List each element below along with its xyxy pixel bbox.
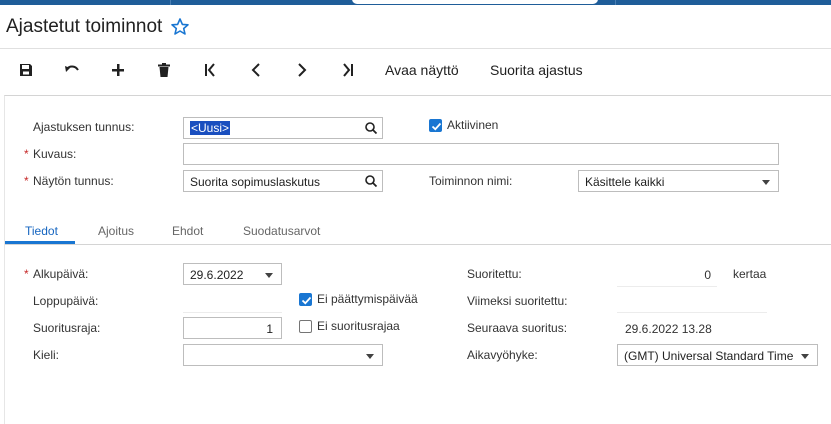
run-limit-label: Suoritusraja: bbox=[33, 321, 101, 335]
open-screen-button[interactable]: Avaa näyttö bbox=[385, 62, 459, 78]
schedule-id-value: <Uusi> bbox=[190, 121, 231, 135]
screen-id-value: Suorita sopimuslaskutus bbox=[190, 175, 321, 189]
last-run-label: Viimeksi suoritettu: bbox=[467, 294, 568, 308]
tab-suodatusarvot[interactable]: Suodatusarvot bbox=[243, 224, 320, 238]
action-name-value: Käsittele kaikki bbox=[585, 175, 665, 189]
last-record-icon[interactable] bbox=[337, 59, 359, 81]
timezone-dropdown[interactable]: (GMT) Universal Standard Time bbox=[617, 344, 818, 366]
title-bar: Ajastetut toiminnot bbox=[0, 5, 831, 49]
executed-unit: kertaa bbox=[733, 267, 767, 281]
run-schedule-button[interactable]: Suorita ajastus bbox=[490, 62, 583, 78]
action-name-dropdown[interactable]: Käsittele kaikki bbox=[578, 170, 779, 192]
no-end-date-label: Ei päättymispäivää bbox=[317, 292, 418, 306]
add-icon[interactable] bbox=[107, 59, 129, 81]
active-tab-indicator bbox=[5, 241, 75, 244]
first-record-icon[interactable] bbox=[199, 59, 221, 81]
run-limit-input[interactable]: 1 bbox=[183, 317, 282, 339]
favorite-star-icon[interactable] bbox=[170, 17, 190, 37]
chevron-down-icon bbox=[762, 180, 770, 185]
start-date-picker[interactable]: 29.6.2022 bbox=[183, 263, 282, 285]
save-icon[interactable] bbox=[15, 59, 37, 81]
chevron-down-icon bbox=[801, 354, 809, 359]
delete-icon[interactable] bbox=[153, 59, 175, 81]
description-label: Kuvaus: bbox=[24, 147, 76, 161]
search-icon[interactable] bbox=[364, 174, 378, 188]
next-record-icon[interactable] bbox=[291, 59, 313, 81]
end-date-label: Loppupäivä: bbox=[33, 294, 99, 308]
description-input[interactable] bbox=[183, 143, 779, 165]
last-run-field-underline bbox=[617, 312, 767, 313]
start-date-value: 29.6.2022 bbox=[190, 268, 244, 282]
executed-field-underline bbox=[617, 286, 717, 287]
tab-ehdot[interactable]: Ehdot bbox=[172, 224, 203, 238]
run-limit-value: 1 bbox=[266, 322, 273, 336]
language-dropdown[interactable] bbox=[183, 344, 383, 366]
screen-id-input[interactable]: Suorita sopimuslaskutus bbox=[183, 170, 383, 192]
schedule-id-input[interactable]: <Uusi> bbox=[183, 117, 383, 139]
no-run-limit-checkbox[interactable] bbox=[299, 320, 312, 333]
screen-id-label: Näytön tunnus: bbox=[24, 174, 114, 188]
no-end-date-checkbox[interactable] bbox=[299, 293, 312, 306]
action-name-label: Toiminnon nimi: bbox=[429, 174, 513, 188]
start-date-label: Alkupäivä: bbox=[24, 267, 88, 281]
timezone-label: Aikavyöhyke: bbox=[467, 348, 538, 362]
active-checkbox[interactable] bbox=[429, 119, 442, 132]
form-panel: Ajastuksen tunnus: <Uusi> Aktiivinen Kuv… bbox=[4, 95, 831, 424]
undo-icon[interactable] bbox=[61, 59, 83, 81]
active-label: Aktiivinen bbox=[447, 118, 499, 132]
tab-ajoitus[interactable]: Ajoitus bbox=[98, 224, 134, 238]
next-run-value: 29.6.2022 13.28 bbox=[625, 322, 712, 336]
language-label: Kieli: bbox=[33, 348, 60, 362]
chevron-down-icon bbox=[265, 273, 273, 278]
next-run-label: Seuraava suoritus: bbox=[467, 321, 568, 335]
schedule-id-label: Ajastuksen tunnus: bbox=[33, 120, 135, 134]
tab-tiedot[interactable]: Tiedot bbox=[25, 224, 58, 238]
timezone-value: (GMT) Universal Standard Time bbox=[624, 349, 794, 363]
chevron-down-icon bbox=[366, 354, 374, 359]
global-search-box[interactable] bbox=[352, 0, 598, 4]
no-run-limit-label: Ei suoritusrajaa bbox=[317, 319, 400, 333]
tab-bar: Tiedot Ajoitus Ehdot Suodatusarvot bbox=[5, 220, 831, 245]
executed-label: Suoritettu: bbox=[467, 267, 522, 281]
search-icon[interactable] bbox=[364, 121, 378, 135]
end-date-field bbox=[183, 312, 282, 313]
toolbar: Avaa näyttö Suorita ajastus bbox=[0, 49, 831, 93]
page-title: Ajastetut toiminnot bbox=[6, 16, 163, 37]
previous-record-icon[interactable] bbox=[245, 59, 267, 81]
executed-count: 0 bbox=[704, 268, 711, 282]
